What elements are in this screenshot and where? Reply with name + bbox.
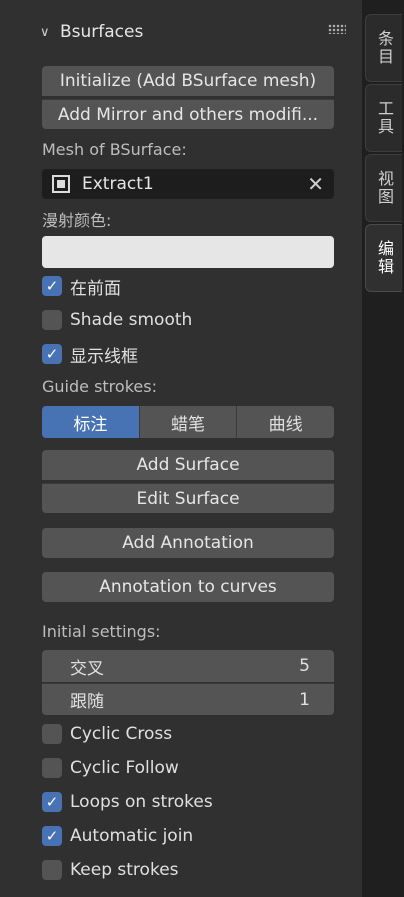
guide-option-curve[interactable]: 曲线 bbox=[236, 406, 334, 438]
in-front-label: 在前面 bbox=[70, 278, 121, 299]
keep-strokes-checkbox[interactable]: Keep strokes bbox=[42, 856, 179, 884]
clear-icon[interactable]: ✕ bbox=[307, 172, 324, 196]
panel-title: Bsurfaces bbox=[60, 22, 144, 42]
checkbox-checked-icon[interactable]: ✓ bbox=[42, 276, 62, 296]
checkbox-checked-icon[interactable]: ✓ bbox=[42, 344, 62, 364]
loops-on-strokes-label: Loops on strokes bbox=[70, 792, 213, 812]
mesh-icon bbox=[52, 175, 70, 193]
checkbox-unchecked-icon[interactable] bbox=[42, 724, 62, 744]
keep-strokes-label: Keep strokes bbox=[70, 860, 179, 880]
initialize-button[interactable]: Initialize (Add BSurface mesh) bbox=[42, 66, 334, 96]
checkbox-unchecked-icon[interactable] bbox=[42, 758, 62, 778]
cross-label: 交叉 bbox=[70, 658, 104, 679]
add-surface-button[interactable]: Add Surface bbox=[42, 450, 334, 480]
loops-on-strokes-checkbox[interactable]: ✓ Loops on strokes bbox=[42, 788, 213, 816]
mesh-field[interactable]: Extract1 ✕ bbox=[42, 169, 334, 199]
panel-header[interactable]: ∨ Bsurfaces bbox=[40, 18, 346, 46]
edit-surface-button[interactable]: Edit Surface bbox=[42, 483, 334, 513]
guide-strokes-label: Guide strokes: bbox=[42, 377, 157, 396]
checkbox-unchecked-icon[interactable] bbox=[42, 860, 62, 880]
show-wire-checkbox[interactable]: ✓ 显示线框 bbox=[42, 340, 138, 368]
tab-view[interactable]: 视图 bbox=[365, 154, 402, 222]
diffuse-color-swatch[interactable] bbox=[42, 236, 334, 268]
cyclic-cross-checkbox[interactable]: Cyclic Cross bbox=[42, 720, 172, 748]
cyclic-follow-checkbox[interactable]: Cyclic Follow bbox=[42, 754, 179, 782]
viewport-background bbox=[0, 0, 30, 897]
guide-strokes-selector: 标注 蜡笔 曲线 bbox=[42, 406, 334, 438]
cyclic-follow-label: Cyclic Follow bbox=[70, 758, 179, 778]
initial-settings-label: Initial settings: bbox=[42, 622, 161, 641]
shade-smooth-checkbox[interactable]: Shade smooth bbox=[42, 306, 192, 334]
follow-value: 1 bbox=[299, 689, 310, 710]
cross-field[interactable]: 交叉 5 bbox=[42, 650, 334, 682]
bsurfaces-panel: ∨ Bsurfaces Initialize (Add BSurface mes… bbox=[30, 0, 362, 897]
add-annotation-button[interactable]: Add Annotation bbox=[42, 528, 334, 558]
drag-handle-icon[interactable] bbox=[328, 24, 346, 34]
checkbox-checked-icon[interactable]: ✓ bbox=[42, 792, 62, 812]
annotation-to-curves-button[interactable]: Annotation to curves bbox=[42, 572, 334, 602]
tab-item[interactable]: 条目 bbox=[365, 14, 402, 82]
cross-value: 5 bbox=[299, 656, 310, 676]
tab-edit[interactable]: 编辑 bbox=[365, 224, 402, 292]
chevron-down-icon[interactable]: ∨ bbox=[40, 25, 60, 40]
follow-field[interactable]: 跟随 1 bbox=[42, 683, 334, 715]
in-front-checkbox[interactable]: ✓ 在前面 bbox=[42, 272, 121, 300]
tab-tool[interactable]: 工具 bbox=[365, 84, 402, 152]
checkbox-unchecked-icon[interactable] bbox=[42, 310, 62, 330]
sidebar-tabs: 条目 工具 视图 编辑 bbox=[362, 0, 404, 897]
cyclic-cross-label: Cyclic Cross bbox=[70, 724, 173, 744]
add-mirror-button[interactable]: Add Mirror and others modifi... bbox=[42, 99, 334, 129]
guide-option-grease-pencil[interactable]: 蜡笔 bbox=[138, 406, 237, 438]
automatic-join-checkbox[interactable]: ✓ Automatic join bbox=[42, 822, 193, 850]
show-wire-label: 显示线框 bbox=[70, 346, 138, 367]
follow-label: 跟随 bbox=[70, 692, 104, 712]
checkbox-checked-icon[interactable]: ✓ bbox=[42, 826, 62, 846]
mesh-value: Extract1 bbox=[82, 174, 154, 194]
shade-smooth-label: Shade smooth bbox=[70, 310, 193, 330]
automatic-join-label: Automatic join bbox=[70, 826, 194, 846]
diffuse-color-label: 漫射颜色: bbox=[42, 211, 112, 230]
guide-option-annotation[interactable]: 标注 bbox=[42, 406, 139, 438]
mesh-label: Mesh of BSurface: bbox=[42, 140, 187, 159]
